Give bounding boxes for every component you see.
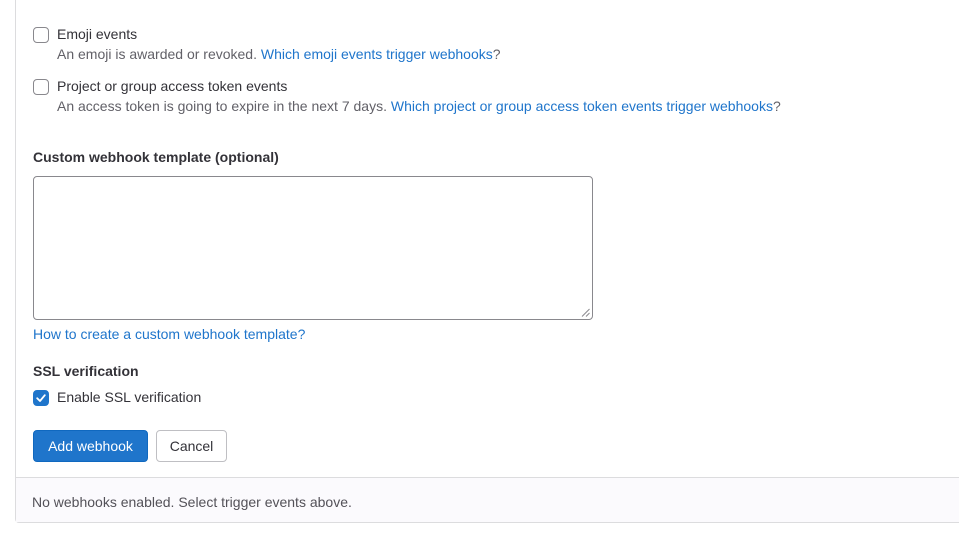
check-icon (36, 394, 46, 402)
webhooks-footer: No webhooks enabled. Select trigger even… (16, 477, 959, 522)
access-token-events-label[interactable]: Project or group access token events (57, 78, 287, 94)
ssl-verification-label[interactable]: Enable SSL verification (57, 389, 201, 405)
webhooks-status-text: No webhooks enabled. Select trigger even… (32, 494, 352, 510)
webhook-form-card: Emoji events An emoji is awarded or revo… (15, 0, 959, 523)
webhook-form-body: Emoji events An emoji is awarded or revo… (16, 0, 959, 477)
access-token-events-help-text: An access token is going to expire in th… (57, 98, 391, 114)
emoji-events-label[interactable]: Emoji events (57, 26, 137, 42)
emoji-events-help: An emoji is awarded or revoked. Which em… (57, 46, 501, 62)
cancel-button[interactable]: Cancel (156, 430, 227, 462)
access-token-events-help-suffix: ? (772, 98, 781, 114)
custom-template-help-link[interactable]: How to create a custom webhook template? (33, 326, 305, 342)
custom-template-textarea[interactable] (33, 176, 593, 320)
custom-template-label: Custom webhook template (optional) (33, 149, 279, 165)
emoji-events-help-text: An emoji is awarded or revoked. (57, 46, 261, 62)
access-token-events-help-link[interactable]: Which project or group access token even… (391, 98, 773, 114)
emoji-events-help-link[interactable]: Which emoji events trigger webhooks (261, 46, 493, 62)
access-token-events-checkbox[interactable] (33, 79, 49, 95)
emoji-events-checkbox[interactable] (33, 27, 49, 43)
ssl-verification-title: SSL verification (33, 363, 139, 379)
ssl-verification-checkbox[interactable] (33, 390, 49, 406)
emoji-events-help-suffix: ? (492, 46, 501, 62)
resize-grip-icon[interactable] (581, 308, 590, 317)
access-token-events-help: An access token is going to expire in th… (57, 98, 781, 114)
add-webhook-button[interactable]: Add webhook (33, 430, 148, 462)
